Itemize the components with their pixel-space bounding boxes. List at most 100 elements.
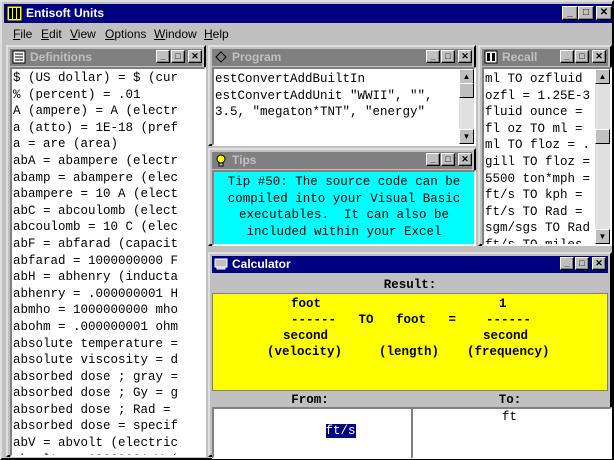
menu-edit[interactable]: Edit: [41, 27, 62, 41]
recall-list[interactable]: ml TO ozfluid ozfl = 1.25E-3 fluid ounce =…: [482, 67, 612, 246]
calculator-window[interactable]: Calculator _ □ ✕ Result: foot 1 ------ T…: [208, 252, 612, 459]
program-minimize-button[interactable]: _: [426, 50, 440, 63]
definition-line[interactable]: abfarad = 1000000000 F: [13, 253, 204, 270]
definition-line[interactable]: a (atto) = 1E-18 (pref: [13, 120, 204, 137]
calculator-title-bar[interactable]: Calculator _ □ ✕: [212, 256, 608, 273]
recall-line[interactable]: fl oz TO ml =: [485, 121, 610, 138]
definition-line[interactable]: abmho = 1000000000 mho: [13, 302, 204, 319]
menu-view[interactable]: View: [70, 27, 96, 41]
tip-line[interactable]: Tip #50: The source code can be: [214, 174, 474, 191]
menu-options[interactable]: Options: [105, 27, 146, 41]
definition-line[interactable]: absorbed dose ; gray =: [13, 369, 204, 386]
recall-line[interactable]: ft/s TO miles: [485, 237, 610, 244]
calculator-close-button[interactable]: ✕: [592, 257, 606, 270]
result-answer-dimension: (frequency): [467, 345, 550, 359]
from-input[interactable]: ft/s: [212, 407, 413, 459]
definition-line[interactable]: abampere = 10 A (elect: [13, 186, 204, 203]
definition-line[interactable]: absorbed dose = specif: [13, 418, 204, 435]
close-icon: ✕: [461, 51, 469, 61]
definition-line[interactable]: A (ampere) = A (electr: [13, 103, 204, 120]
tips-close-button[interactable]: ✕: [458, 153, 472, 166]
program-line[interactable]: estConvertAddBuiltIn: [215, 71, 474, 88]
result-denominator-unit: second: [283, 329, 329, 343]
recall-line[interactable]: 5500 ton*mph =: [485, 171, 610, 188]
definition-line[interactable]: abcoulomb = 10 C (elec: [13, 219, 204, 236]
calculator-maximize-button[interactable]: □: [575, 257, 589, 270]
result-to-dimension: (length): [379, 345, 440, 359]
program-line[interactable]: estConvertAddUnit "WWII", "",: [215, 88, 474, 105]
program-line[interactable]: 3.5, "megaton*TNT", "energy": [215, 104, 474, 121]
minimize-icon: _: [160, 51, 166, 61]
app-icon[interactable]: [7, 6, 22, 21]
definition-line[interactable]: abhenry = .000000001 H: [13, 286, 204, 303]
to-input[interactable]: ft: [411, 407, 612, 459]
definition-line[interactable]: abC = abcoulomb (elect: [13, 203, 204, 220]
definition-line[interactable]: abohm = .000000001 ohm: [13, 319, 204, 336]
recall-line[interactable]: ft/s TO kph =: [485, 187, 610, 204]
program-scrollbar[interactable]: ▲ ▼: [459, 69, 474, 144]
menu-help[interactable]: Help: [204, 27, 229, 41]
menu-file[interactable]: File: [13, 27, 32, 41]
definitions-window[interactable]: Definitions _ □ ✕ $ (US dollar) = $ (cur…: [6, 45, 206, 457]
tip-line[interactable]: compiled into your Visual Basic: [214, 191, 474, 208]
maximize-button[interactable]: □: [578, 6, 594, 20]
definition-line[interactable]: abH = abhenry (inducta: [13, 269, 204, 286]
definition-line[interactable]: a = are (area): [13, 136, 204, 153]
scroll-up-icon[interactable]: ▲: [595, 69, 610, 84]
recall-window[interactable]: Recall _ □ ✕ ml TO ozfluid ozfl = 1.25E-3…: [478, 45, 612, 246]
tip-line[interactable]: executables. It can also be: [214, 207, 474, 224]
menu-window[interactable]: Window: [154, 27, 197, 41]
result-conversion-line: ------ TO foot = ------: [290, 313, 532, 327]
tip-line[interactable]: included within your Excel: [214, 224, 474, 241]
definitions-close-button[interactable]: ✕: [188, 50, 202, 63]
recall-line[interactable]: ml TO floz = .: [485, 137, 610, 154]
scroll-down-icon[interactable]: ▼: [595, 229, 610, 244]
program-editor[interactable]: estConvertAddBuiltIn estConvertAddUnit "W…: [212, 67, 476, 146]
recall-line[interactable]: gill TO floz =: [485, 154, 610, 171]
definition-line[interactable]: abF = abfarad (capacit: [13, 236, 204, 253]
program-title-bar[interactable]: Program _ □ ✕: [212, 49, 472, 66]
recall-line[interactable]: sgm/sgs TO Rad: [485, 220, 610, 237]
definition-line[interactable]: absolute viscosity = d: [13, 352, 204, 369]
from-label: From:: [291, 393, 329, 407]
recall-line[interactable]: ft/s TO Rad =: [485, 204, 610, 221]
recall-line[interactable]: fluid ounce =: [485, 104, 610, 121]
definitions-list[interactable]: $ (US dollar) = $ (cur% (percent) = .01 A…: [10, 67, 206, 457]
recall-minimize-button[interactable]: _: [560, 50, 574, 63]
definition-line[interactable]: abV = abvolt (electric: [13, 435, 204, 452]
program-close-button[interactable]: ✕: [458, 50, 472, 63]
definitions-maximize-button[interactable]: □: [171, 50, 185, 63]
tips-title-bar[interactable]: Tips _ □ ✕: [212, 152, 472, 169]
recall-line[interactable]: ml TO ozfluid: [485, 71, 610, 88]
definition-line[interactable]: $ (US dollar) = $ (cur: [13, 70, 204, 87]
definition-line[interactable]: absolute temperature =: [13, 336, 204, 353]
tips-maximize-button[interactable]: □: [441, 153, 455, 166]
scroll-thumb[interactable]: [595, 129, 610, 144]
definitions-minimize-button[interactable]: _: [156, 50, 170, 63]
recall-maximize-button[interactable]: □: [575, 50, 589, 63]
scroll-down-icon[interactable]: ▼: [459, 129, 474, 144]
minimize-button[interactable]: _: [562, 6, 578, 20]
maximize-icon: □: [175, 51, 181, 61]
recall-title-bar[interactable]: Recall _ □ ✕: [482, 49, 608, 66]
definitions-icon: [12, 50, 26, 64]
recall-close-button[interactable]: ✕: [592, 50, 606, 63]
definitions-title-bar[interactable]: Definitions _ □ ✕: [10, 49, 202, 66]
definition-line[interactable]: abvolt = .00000001 V (: [13, 452, 204, 455]
definition-line[interactable]: % (percent) = .01: [13, 87, 204, 104]
scroll-up-icon[interactable]: ▲: [459, 69, 474, 84]
definition-line[interactable]: abamp = abampere (elec: [13, 170, 204, 187]
program-maximize-button[interactable]: □: [441, 50, 455, 63]
program-window[interactable]: Program _ □ ✕ estConvertAddBuiltIn estCon…: [208, 45, 476, 146]
tips-window[interactable]: Tips _ □ ✕ Tip #50: The source code can …: [208, 148, 476, 246]
scroll-thumb[interactable]: [459, 83, 474, 98]
recall-scrollbar[interactable]: ▲ ▼: [595, 69, 610, 244]
app-title-bar[interactable]: Entisoft Units _ □ ✕: [4, 4, 612, 23]
calculator-minimize-button[interactable]: _: [560, 257, 574, 270]
close-button[interactable]: ✕: [596, 6, 612, 20]
tips-minimize-button[interactable]: _: [426, 153, 440, 166]
definition-line[interactable]: absorbed dose ; Rad =: [13, 402, 204, 419]
definition-line[interactable]: absorbed dose ; Gy = g: [13, 385, 204, 402]
recall-line[interactable]: ozfl = 1.25E-3: [485, 88, 610, 105]
definition-line[interactable]: abA = abampere (electr: [13, 153, 204, 170]
